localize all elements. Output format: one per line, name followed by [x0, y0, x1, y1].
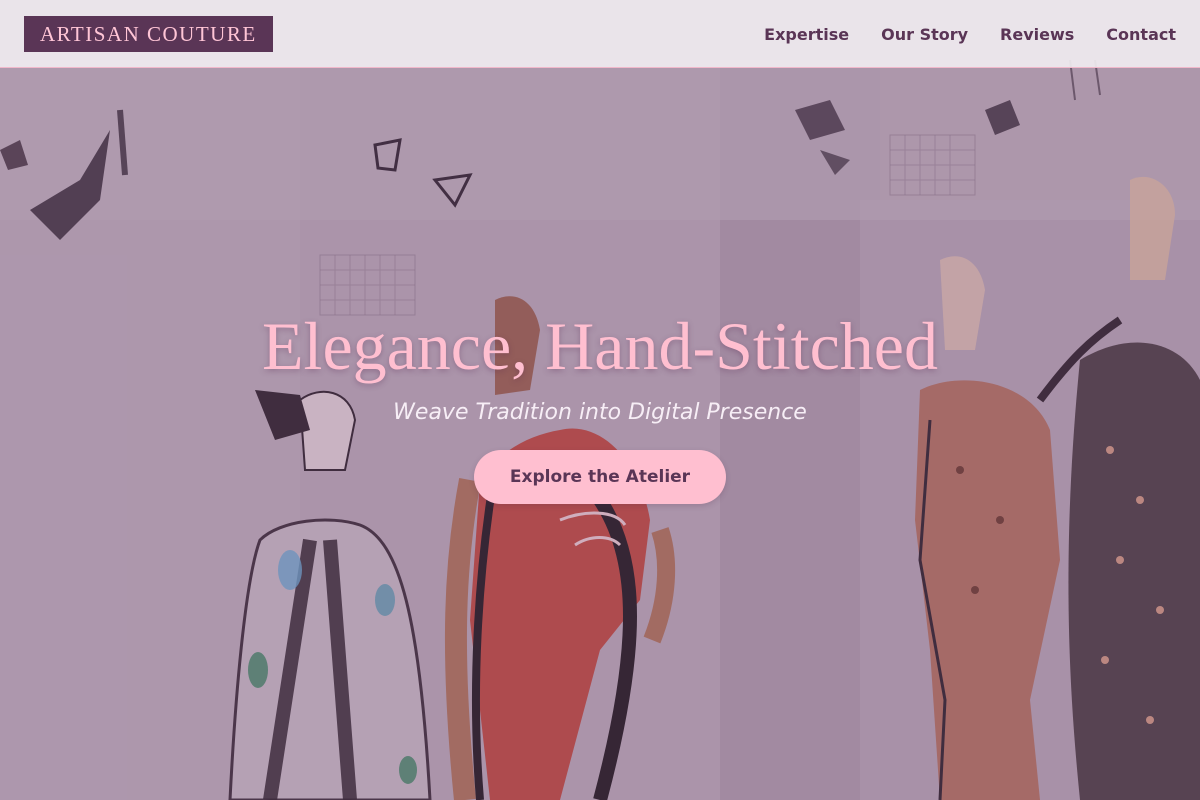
site-header: ARTISAN COUTURE Expertise Our Story Revi…	[0, 0, 1200, 68]
landing-page: ARTISAN COUTURE Expertise Our Story Revi…	[0, 0, 1200, 800]
nav-link-expertise[interactable]: Expertise	[764, 25, 849, 44]
explore-atelier-button[interactable]: Explore the Atelier	[474, 450, 726, 504]
nav-link-reviews[interactable]: Reviews	[1000, 25, 1074, 44]
nav-link-contact[interactable]: Contact	[1106, 25, 1176, 44]
brand-logo[interactable]: ARTISAN COUTURE	[24, 16, 273, 52]
hero-title: Elegance, Hand-Stitched	[262, 308, 938, 384]
hero-subtitle: Weave Tradition into Digital Presence	[393, 400, 807, 425]
main-nav: Expertise Our Story Reviews Contact	[764, 0, 1176, 68]
hero-section: Elegance, Hand-Stitched Weave Tradition …	[0, 300, 1200, 504]
nav-link-our-story[interactable]: Our Story	[881, 25, 968, 44]
